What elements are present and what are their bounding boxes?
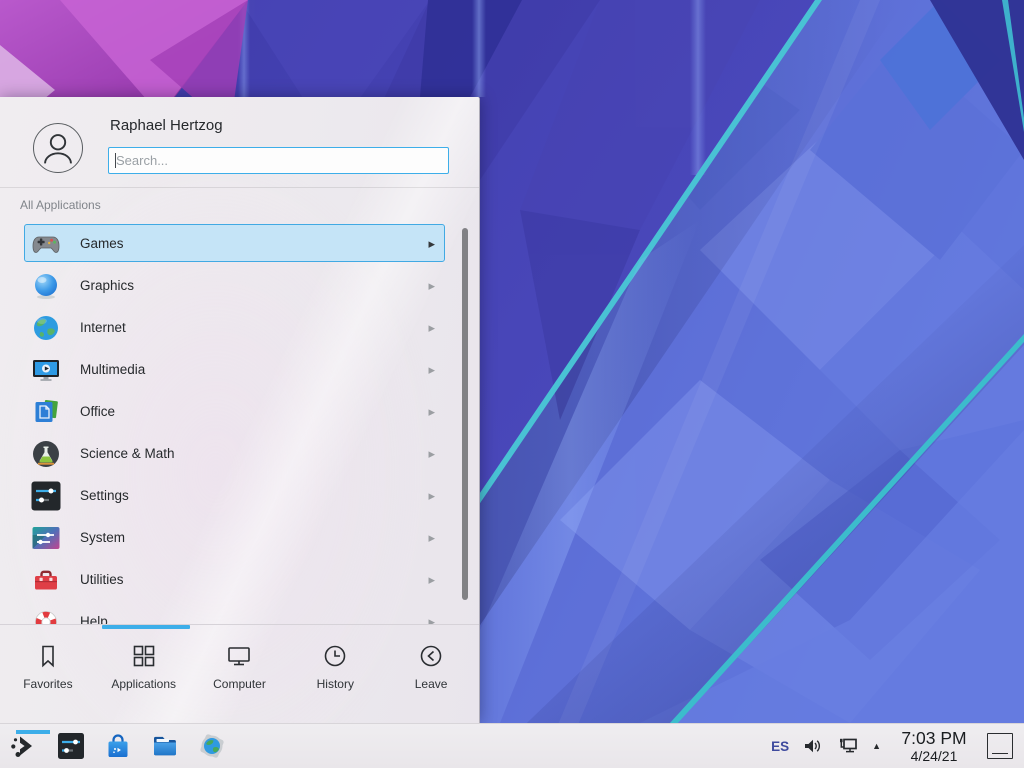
- section-label: All Applications: [20, 198, 101, 212]
- tabbar-divider: [0, 624, 479, 625]
- expand-tray-icon[interactable]: ▲: [872, 741, 881, 751]
- volume-icon[interactable]: [802, 736, 824, 756]
- submenu-arrow-icon: ▸: [428, 309, 435, 346]
- submenu-arrow-icon: ▸: [428, 603, 435, 624]
- submenu-arrow-icon: ▸: [428, 393, 435, 430]
- computer-icon: [225, 642, 253, 670]
- category-office[interactable]: Office ▸: [24, 392, 445, 430]
- system-tray: ES ▲ 7:03 PM 4/24/21: [771, 729, 1024, 764]
- globe-icon: [30, 312, 62, 344]
- show-desktop-button[interactable]: [987, 733, 1013, 759]
- category-science-math[interactable]: Science & Math ▸: [24, 434, 445, 472]
- submenu-arrow-icon: ▸: [428, 351, 435, 388]
- help-lifebuoy-icon: [30, 606, 62, 624]
- category-multimedia[interactable]: Multimedia ▸: [24, 350, 445, 388]
- user-avatar-icon: [34, 124, 82, 172]
- submenu-arrow-icon: ▸: [428, 267, 435, 304]
- clock-date: 4/24/21: [894, 748, 974, 764]
- category-games[interactable]: Games ▸: [24, 224, 445, 262]
- system-settings-icon: [56, 731, 86, 761]
- clock-time: 7:03 PM: [894, 729, 974, 748]
- science-flask-icon: [30, 438, 62, 470]
- bookmark-icon: [34, 642, 62, 670]
- search-field-wrap: [108, 147, 449, 174]
- category-help[interactable]: Help ▸: [24, 602, 445, 624]
- category-settings[interactable]: Settings ▸: [24, 476, 445, 514]
- paint-sphere-icon: [30, 270, 62, 302]
- submenu-arrow-icon: ▸: [428, 477, 435, 514]
- leave-icon: [417, 642, 445, 670]
- system-settings-launcher[interactable]: [56, 731, 86, 761]
- utilities-toolbox-icon: [30, 564, 62, 596]
- clock[interactable]: 7:03 PM 4/24/21: [894, 729, 974, 764]
- system-sliders-icon: [30, 522, 62, 554]
- tab-history[interactable]: History: [287, 630, 383, 722]
- file-manager-launcher[interactable]: [150, 731, 180, 761]
- submenu-arrow-icon: ▸: [428, 519, 435, 556]
- application-launcher-menu: Raphael Hertzog All Applications: [0, 97, 480, 723]
- browser-launcher[interactable]: [197, 731, 227, 761]
- kde-launcher-button[interactable]: [9, 731, 39, 761]
- network-icon[interactable]: [837, 736, 859, 756]
- launcher-tabbar: Favorites Applications C: [0, 630, 479, 722]
- taskbar: ES ▲ 7:03 PM 4/24/21: [0, 723, 1024, 768]
- history-clock-icon: [321, 642, 349, 670]
- tab-favorites[interactable]: Favorites: [0, 630, 96, 722]
- taskbar-launchers: [0, 731, 227, 761]
- tab-leave[interactable]: Leave: [383, 630, 479, 722]
- category-internet[interactable]: Internet ▸: [24, 308, 445, 346]
- discover-bag-icon: [103, 731, 133, 761]
- tab-computer[interactable]: Computer: [192, 630, 288, 722]
- category-graphics[interactable]: Graphics ▸: [24, 266, 445, 304]
- list-scrollbar[interactable]: [462, 228, 468, 600]
- submenu-arrow-icon: ▸: [428, 225, 435, 262]
- tab-applications[interactable]: Applications: [96, 630, 192, 722]
- category-list: Games ▸ Graphics ▸: [0, 218, 479, 624]
- show-desktop-icon: [992, 753, 1008, 755]
- submenu-arrow-icon: ▸: [428, 435, 435, 472]
- category-system[interactable]: System ▸: [24, 518, 445, 556]
- settings-sliders-icon: [30, 480, 62, 512]
- user-name: Raphael Hertzog: [110, 117, 223, 134]
- active-launcher-indicator: [16, 730, 50, 734]
- keyboard-layout-indicator[interactable]: ES: [771, 739, 789, 754]
- user-avatar[interactable]: [33, 123, 83, 173]
- discover-launcher[interactable]: [103, 731, 133, 761]
- active-tab-indicator: [102, 625, 190, 629]
- office-documents-icon: [30, 396, 62, 428]
- launcher-header: Raphael Hertzog: [0, 97, 479, 187]
- desktop: Raphael Hertzog All Applications: [0, 0, 1024, 768]
- dolphin-folder-icon: [150, 731, 180, 761]
- multimedia-monitor-icon: [30, 354, 62, 386]
- app-grid-icon: [130, 642, 158, 670]
- header-divider: [0, 187, 479, 188]
- search-input[interactable]: [108, 147, 449, 174]
- text-cursor: [115, 153, 116, 168]
- gamepad-icon: [30, 228, 62, 260]
- kde-launcher-icon: [9, 731, 39, 761]
- category-utilities[interactable]: Utilities ▸: [24, 560, 445, 598]
- browser-globe-icon: [197, 731, 227, 761]
- submenu-arrow-icon: ▸: [428, 561, 435, 598]
